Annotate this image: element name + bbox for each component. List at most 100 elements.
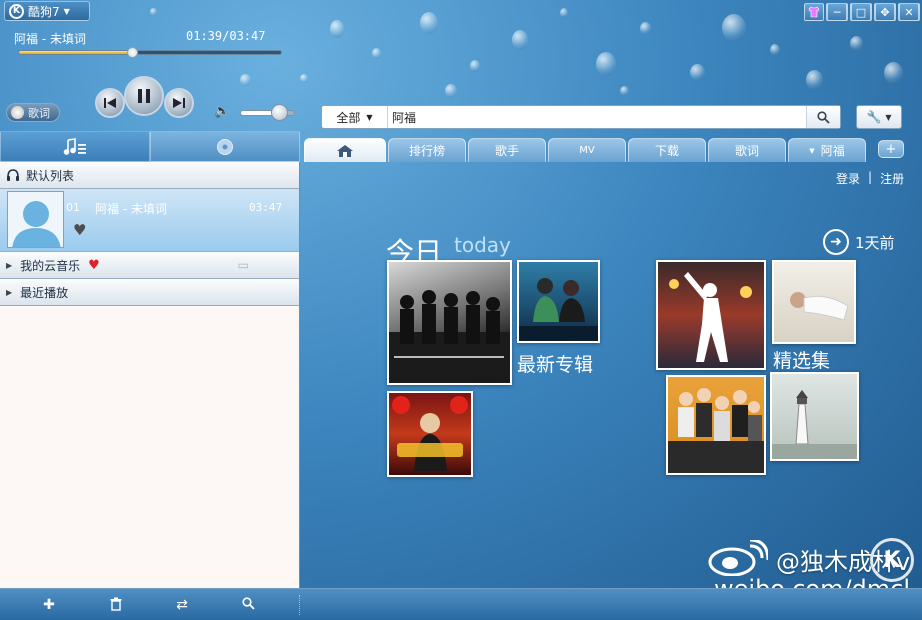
next-button[interactable] [164,88,194,118]
volume-knob[interactable] [270,104,288,121]
previous-button[interactable] [95,88,125,118]
now-playing-title: 阿福 - 未填词 [14,32,86,46]
featured-cover-3[interactable] [666,375,766,475]
previous-day-button[interactable]: ➜ 1天前 [823,229,895,255]
group-cloud-music[interactable]: ▶ 我的云音乐 ♥ ▭ [0,252,299,279]
close-button[interactable]: ✕ [898,3,920,21]
plus-icon[interactable]: ✚ [40,597,58,613]
music-list-icon [63,137,86,155]
search-scope-value: 全部 [336,110,361,125]
group-cloud-music-label: 我的云音乐 [20,258,81,273]
account-links: 登录 | 注册 [836,170,904,187]
group-recent-plays-label: 最近播放 [20,285,69,300]
expand-arrow-icon: ▶ [6,260,13,270]
featured-cover-2[interactable] [772,260,856,344]
playback-time: 01:39/03:47 [186,29,266,43]
featured-cover-4[interactable] [770,372,859,461]
shuffle-icon[interactable]: ⇄ [173,597,191,613]
plus-icon: + [885,141,897,157]
album-cover-3[interactable] [387,391,473,477]
tab-search-result[interactable]: ▼ 阿福 [788,138,866,162]
lyrics-label: 歌词 [28,106,50,120]
window-controls: ─ □ ✥ ✕ [804,3,920,21]
duo-photo-image [519,278,598,341]
close-icon: ✕ [899,3,919,21]
singer-avatar [7,191,64,248]
mini-mode-button[interactable]: ✥ [874,3,896,21]
speaker-icon[interactable]: 🔈 [214,104,230,119]
tab-home[interactable] [304,138,386,162]
playlist-panel: 默认列表 01 阿福 - 未填词 03:47 ♥ ▶ 我的云音乐 ♥ ▭ ▶ 最… [0,162,300,588]
separator: | [868,170,873,184]
heart-icon: ♥ [88,257,100,273]
search-input[interactable] [388,110,806,124]
today-subheading: today [454,233,511,257]
album-cover-1[interactable] [387,260,512,385]
search-scope-select[interactable]: 全部 ▼ [322,106,388,128]
track-duration: 03:47 [249,201,283,214]
left-panel-tabs [0,131,300,162]
trash-icon[interactable] [107,597,125,615]
wrench-icon: 🔧 [866,110,882,124]
headphones-icon [7,168,19,181]
chevron-down-icon: ▼ [885,112,892,122]
kugou-corner-logo: K [870,538,914,582]
default-list-header[interactable]: 默认列表 [0,162,299,189]
group-recent-plays[interactable]: ▶ 最近播放 [0,279,299,306]
lying-person-image [790,292,849,321]
app-menu-button[interactable]: K 酷狗7 ▼ [4,1,90,21]
heart-icon[interactable]: ♥ [73,221,86,239]
bottom-toolbar: ✚ ⇄ [0,588,922,620]
maximize-icon: □ [851,3,871,21]
tab-devices[interactable] [150,131,300,162]
chevron-down-icon: ▼ [809,146,815,155]
search-icon[interactable] [239,597,257,614]
app-name: 酷狗7 [28,4,60,19]
featured-label[interactable]: 精选集 [773,346,830,373]
chevron-down-icon: ▼ [63,6,70,16]
search-bar: 全部 ▼ [321,105,841,129]
arrow-right-icon: ➜ [823,229,849,255]
pause-button[interactable] [124,76,164,116]
weibo-logo [706,538,770,579]
login-link[interactable]: 登录 [836,170,860,187]
register-link[interactable]: 注册 [880,170,904,187]
kugou-logo-icon: K [9,3,24,19]
dancer-photo-image [669,272,752,362]
new-albums-label[interactable]: 最新专辑 [517,350,593,377]
person-silhouette-icon [8,192,63,247]
tab-downloads[interactable]: 下载 [628,138,706,162]
progress-fill [19,51,134,54]
skin-button[interactable] [804,3,824,21]
album-cover-2[interactable] [517,260,600,343]
search-button[interactable] [806,106,840,128]
tab-singers[interactable]: 歌手 [468,138,546,162]
tab-search-result-label: 阿福 [820,144,845,158]
expand-arrow-icon: ▶ [6,287,13,297]
maximize-button[interactable]: □ [850,3,872,21]
playlist-current-row[interactable]: 01 阿福 - 未填词 03:47 ♥ [0,189,299,252]
tab-mv[interactable]: MV [548,138,626,162]
lyrics-toggle[interactable]: 歌词 [6,103,60,122]
boy-band-photo-image [668,388,764,473]
track-name: 阿福 - 未填词 [95,202,167,216]
kugou-window: K 酷狗7 ▼ ─ □ ✥ ✕ 阿福 - 未填词 01:39/03:47 歌词 … [0,0,922,620]
progress-knob[interactable] [127,47,139,58]
lighthouse-image [772,390,857,459]
arrows-icon: ✥ [875,3,895,21]
tools-menu-button[interactable]: 🔧 ▼ [856,105,902,129]
pause-icon [138,89,150,103]
chevron-down-icon: ▼ [366,112,373,122]
home-icon [337,144,353,157]
minimize-button[interactable]: ─ [826,3,848,21]
progress-bar[interactable] [18,47,282,58]
monitor-icon[interactable]: ▭ [238,258,249,272]
skip-back-icon [104,98,116,108]
track-index: 01 [66,201,80,214]
tab-playlist[interactable] [0,131,150,162]
add-tab-button[interactable]: + [878,140,904,158]
tab-charts[interactable]: 排行榜 [388,138,466,162]
shirt-icon [808,6,820,18]
tab-lyrics[interactable]: 歌词 [708,138,786,162]
featured-cover-1[interactable] [656,260,766,370]
